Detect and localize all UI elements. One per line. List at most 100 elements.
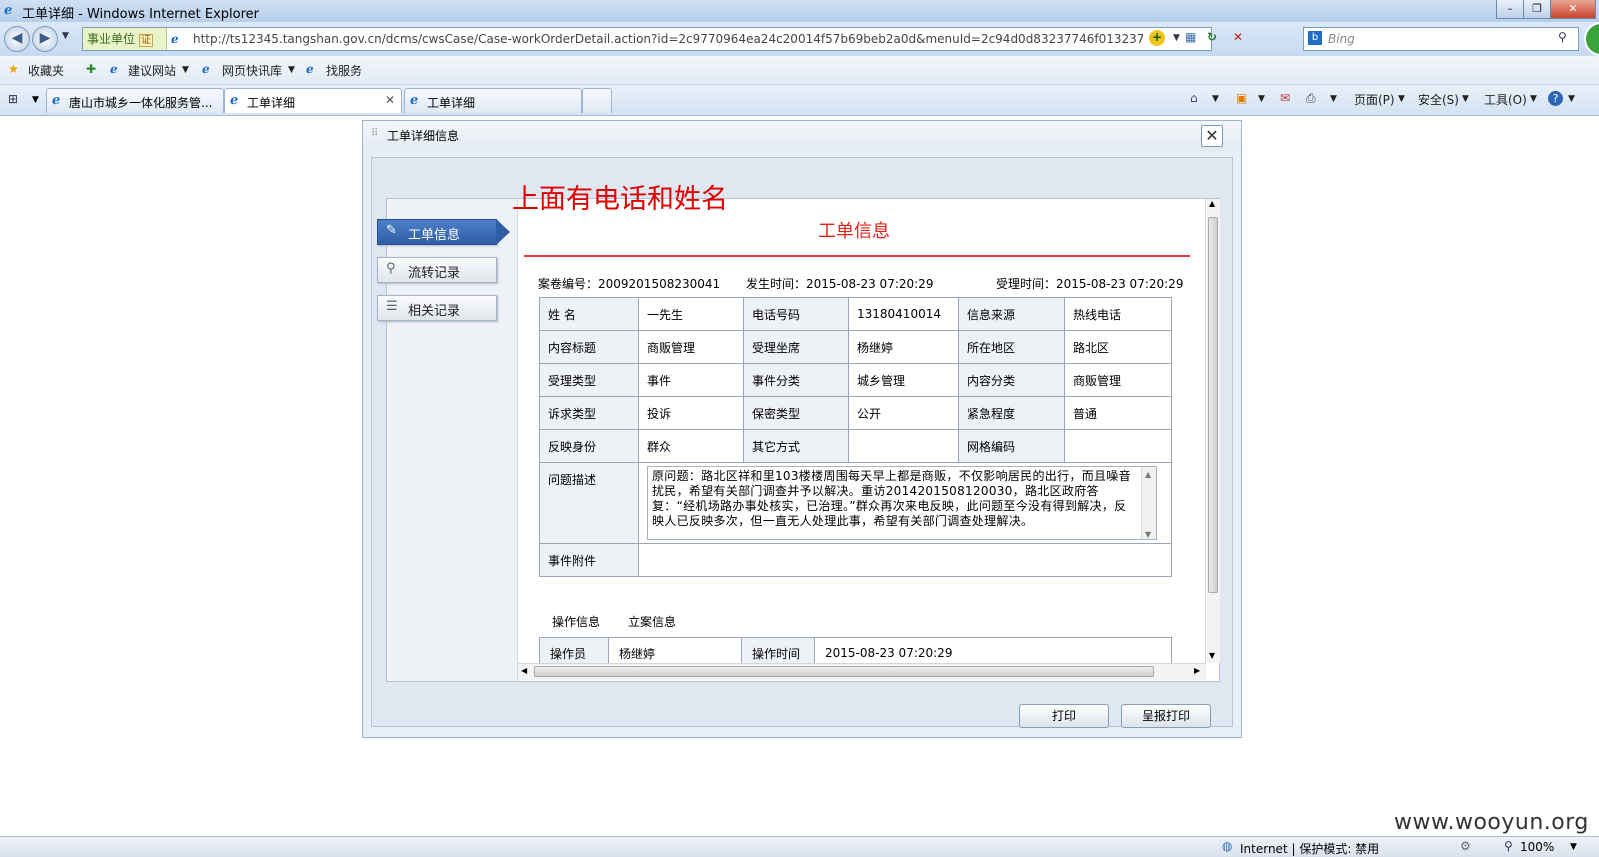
chevron-down-icon[interactable]: ▼ bbox=[1258, 94, 1265, 104]
safety-menu[interactable]: 安全(S) bbox=[1418, 91, 1459, 108]
fav-item-web-slices[interactable]: 网页快讯库 bbox=[222, 62, 282, 79]
chevron-down-icon[interactable]: ▼ bbox=[182, 65, 189, 75]
tab-bar: ⊞ ▼ ℯ 唐山市城乡一体化服务管... ℯ 工单详细 ✕ ℯ 工单详细 ⌂ ▼… bbox=[0, 85, 1599, 116]
forward-button[interactable]: ▶ bbox=[32, 26, 58, 52]
fav-item-suggested-sites[interactable]: 建议网站 bbox=[128, 62, 176, 79]
add-favorite-icon[interactable]: ✚ bbox=[86, 62, 96, 76]
description-textarea[interactable]: 原问题：路北区祥和里103楼楼周围每天早上都是商贩，不仅影响居民的出行，而且噪音… bbox=[647, 466, 1157, 540]
scrollbar-thumb[interactable] bbox=[534, 666, 1154, 677]
page-menu[interactable]: 页面(P) bbox=[1354, 91, 1395, 108]
table-row: 受理类型 事件 事件分类 城乡管理 内容分类 商贩管理 bbox=[539, 363, 1172, 397]
nav-related-records[interactable]: ☰ 相关记录 bbox=[377, 295, 497, 321]
vertical-scrollbar[interactable]: ▲ ▼ bbox=[1205, 199, 1220, 663]
security-icon[interactable]: ⚙ bbox=[1460, 839, 1471, 853]
tab-workorder-active[interactable]: ℯ 工单详细 ✕ bbox=[224, 88, 402, 113]
search-icon[interactable]: ⚲ bbox=[1558, 30, 1567, 44]
dialog-header[interactable]: ⠿ 工单详细信息 ✕ bbox=[363, 121, 1241, 151]
star-icon: ★ bbox=[8, 62, 19, 76]
chevron-down-icon[interactable]: ▼ bbox=[288, 65, 295, 75]
scroll-down-icon[interactable]: ▼ bbox=[1145, 527, 1151, 539]
watermark: www.wooyun.org bbox=[1394, 810, 1589, 835]
table-cell: 操作时间 bbox=[741, 637, 815, 663]
compat-view-icon[interactable]: ▦ bbox=[1185, 30, 1196, 44]
workorder-detail-dialog: ⠿ 工单详细信息 ✕ ✎ 工单信息 ⚲ 流转记录 ☰ 相关记录 工单信息 案卷编… bbox=[362, 120, 1242, 738]
field-label: 受理类型 bbox=[539, 363, 639, 397]
help-icon[interactable]: ? bbox=[1548, 91, 1563, 106]
scroll-left-icon[interactable]: ◀ bbox=[521, 666, 527, 675]
stop-icon[interactable]: ✕ bbox=[1233, 30, 1243, 44]
field-value: 投诉 bbox=[638, 396, 744, 430]
field-label: 信息来源 bbox=[958, 297, 1065, 331]
dialog-body: ✎ 工单信息 ⚲ 流转记录 ☰ 相关记录 工单信息 案卷编号：200920150… bbox=[371, 157, 1233, 728]
nav-workorder-info[interactable]: ✎ 工单信息 bbox=[377, 219, 510, 245]
certificate-badge: 证 bbox=[138, 34, 153, 47]
home-icon[interactable]: ⌂ bbox=[1190, 91, 1198, 105]
zoom-level[interactable]: 100% bbox=[1520, 840, 1554, 854]
field-label: 问题描述 bbox=[539, 462, 639, 544]
tools-menu[interactable]: 工具(O) bbox=[1484, 91, 1527, 108]
security-zone[interactable]: Internet | 保护模式: 禁用 bbox=[1240, 840, 1379, 857]
nav-label: 相关记录 bbox=[408, 304, 461, 319]
scroll-right-icon[interactable]: ▶ bbox=[1194, 666, 1200, 675]
minimize-button[interactable]: – bbox=[1496, 0, 1524, 19]
print-icon[interactable]: ⎙ bbox=[1306, 91, 1316, 106]
title-divider bbox=[524, 255, 1190, 257]
tab-workorder[interactable]: ℯ 工单详细 bbox=[404, 88, 582, 113]
chevron-down-icon[interactable]: ▼ bbox=[1212, 94, 1219, 104]
table-row: 姓 名一先生 电话号码 13180410014 信息来源 热线电话 bbox=[539, 297, 1172, 331]
field-value: 商贩管理 bbox=[638, 330, 744, 364]
chevron-down-icon[interactable]: ▼ bbox=[1398, 94, 1405, 104]
compatibility-icon[interactable]: + bbox=[1149, 30, 1165, 46]
print-button[interactable]: 打印 bbox=[1019, 704, 1109, 728]
history-dropdown-icon[interactable]: ▼ bbox=[62, 31, 69, 41]
scroll-down-icon[interactable]: ▼ bbox=[1209, 651, 1215, 660]
scroll-up-icon[interactable]: ▲ bbox=[1209, 199, 1215, 208]
tab-operation-info[interactable]: 操作信息 bbox=[552, 613, 600, 630]
chevron-down-icon[interactable]: ▼ bbox=[1530, 94, 1537, 104]
address-dropdown-icon[interactable]: ▼ bbox=[1173, 33, 1180, 43]
red-annotation: 上面有电话和姓名 bbox=[512, 184, 728, 215]
close-tab-icon[interactable]: ✕ bbox=[385, 93, 395, 107]
chevron-down-icon[interactable]: ▼ bbox=[1568, 94, 1575, 104]
horizontal-scrollbar[interactable]: ◀ ▶ bbox=[518, 663, 1206, 680]
tab-list-dropdown-icon[interactable]: ▼ bbox=[32, 95, 39, 105]
nav-label: 工单信息 bbox=[408, 228, 461, 243]
scrollbar-thumb[interactable] bbox=[1208, 217, 1218, 593]
address-bar[interactable]: 事业单位 证 ℯ http://ts12345.tangshan.gov.cn/… bbox=[82, 27, 1243, 51]
feeds-icon[interactable]: ▣ bbox=[1236, 91, 1247, 105]
zoom-dropdown-icon[interactable]: ▼ bbox=[1570, 842, 1577, 852]
tab-filing-info[interactable]: 立案信息 bbox=[628, 613, 676, 630]
url-text[interactable]: http://ts12345.tangshan.gov.cn/dcms/cwsC… bbox=[193, 32, 1143, 46]
field-label: 保密类型 bbox=[743, 396, 849, 430]
table-row: 反映身份 群众 其它方式 网格编码 bbox=[539, 429, 1172, 463]
chevron-down-icon[interactable]: ▼ bbox=[1330, 94, 1337, 104]
back-button[interactable]: ◀ bbox=[4, 26, 30, 52]
field-label: 受理坐席 bbox=[743, 330, 849, 364]
globe-icon: ◍ bbox=[1222, 839, 1233, 853]
accept-time: 受理时间：2015-08-23 07:20:29 bbox=[996, 277, 1184, 291]
chevron-down-icon[interactable]: ▼ bbox=[1462, 94, 1469, 104]
scroll-up-icon[interactable]: ▲ bbox=[1145, 467, 1151, 482]
close-window-button[interactable]: ✕ bbox=[1550, 0, 1596, 19]
fav-item-find-service[interactable]: 找服务 bbox=[326, 62, 362, 79]
description-scrollbar[interactable]: ▲ ▼ bbox=[1141, 467, 1156, 539]
field-value bbox=[848, 429, 959, 463]
drag-handle-icon[interactable]: ⠿ bbox=[371, 128, 378, 139]
table-row: 问题描述 原问题：路北区祥和里103楼楼周围每天早上都是商贩，不仅影响居民的出行，… bbox=[539, 462, 1172, 544]
quick-tabs-icon[interactable]: ⊞ bbox=[8, 92, 18, 106]
favorites-button[interactable]: 收藏夹 bbox=[28, 62, 64, 79]
mail-icon[interactable]: ✉ bbox=[1280, 91, 1290, 105]
report-print-button[interactable]: 呈报打印 bbox=[1121, 704, 1211, 728]
ie-page-icon: ℯ bbox=[52, 93, 61, 108]
maximize-button[interactable]: ❐ bbox=[1523, 0, 1551, 19]
section-title: 工单信息 bbox=[818, 221, 890, 242]
refresh-icon[interactable]: ↻ bbox=[1207, 30, 1217, 44]
table-row: 事件附件 bbox=[539, 543, 1172, 577]
tab-tangshan[interactable]: ℯ 唐山市城乡一体化服务管... bbox=[46, 88, 224, 113]
new-tab-button[interactable] bbox=[582, 88, 612, 113]
ie-page-icon: ℯ bbox=[230, 93, 239, 108]
dialog-close-button[interactable]: ✕ bbox=[1201, 125, 1223, 147]
search-box[interactable]: b Bing ⚲ bbox=[1303, 27, 1579, 51]
site-identity[interactable]: 事业单位 证 bbox=[83, 28, 167, 50]
nav-transfer-records[interactable]: ⚲ 流转记录 bbox=[377, 257, 497, 283]
